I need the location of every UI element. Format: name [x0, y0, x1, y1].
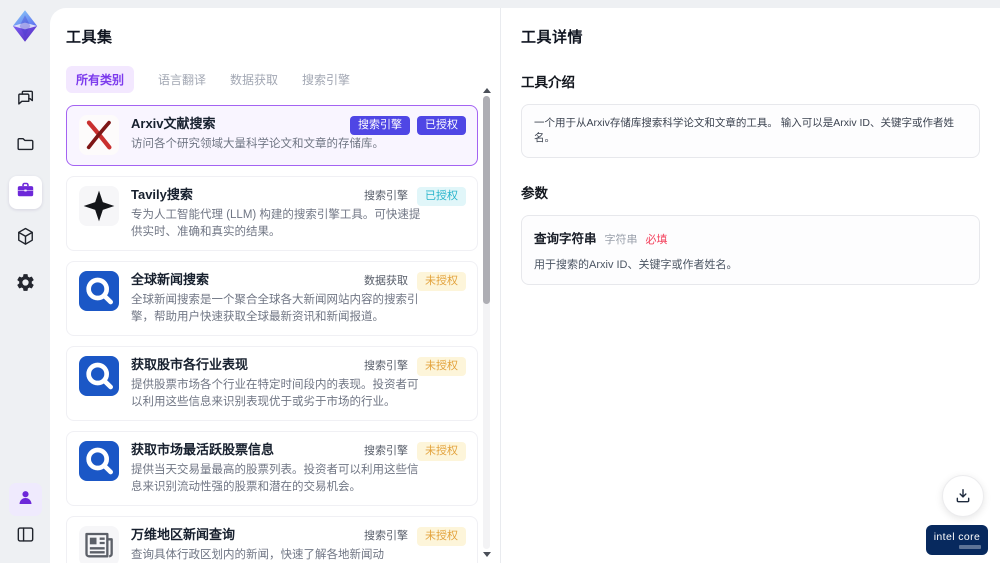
tab-搜索引擎[interactable]: 搜索引擎 — [302, 66, 350, 93]
tool-card[interactable]: Arxiv文献搜索 访问各个研究领域大量科学论文和文章的存储库。 搜索引擎 已授… — [66, 105, 478, 166]
scroll-up-arrow-icon[interactable] — [483, 88, 491, 93]
sidebar-item-tools[interactable] — [8, 176, 42, 209]
tool-badges: 搜索引擎 未授权 — [362, 442, 466, 461]
tool-badges: 搜索引擎 未授权 — [362, 357, 466, 376]
parameter-required-flag: 必填 — [645, 234, 668, 246]
tool-card[interactable]: 全球新闻搜索 全球新闻搜索是一个聚合全球各大新闻网站内容的搜索引擎，帮助用户快速… — [66, 261, 478, 336]
sidebar-item-models[interactable] — [9, 222, 42, 255]
parameters-container: 查询字符串 字符串 必填 用于搜索的Arxiv ID、关键字或作者姓名。 — [521, 215, 980, 285]
tool-description: 全球新闻搜索是一个聚合全球各大新闻网站内容的搜索引擎，帮助用户快速获取全球最新资… — [131, 294, 419, 323]
chat-icon — [15, 88, 36, 114]
parameter-type: 字符串 — [604, 234, 638, 246]
rail-bottom — [8, 483, 42, 553]
scroll-down-arrow-icon[interactable] — [483, 552, 491, 557]
tools-panel: 工具集 所有类别 语言翻译 数据获取 搜索引擎 Arxiv文献搜索 访问各个研究领域大… — [50, 8, 500, 563]
search-blue-icon — [79, 271, 119, 311]
sidebar-item-panels[interactable] — [9, 520, 42, 553]
auth-status-badge: 未授权 — [417, 527, 466, 546]
tool-description: 查询具体行政区划内的新闻，快速了解各地新闻动 — [131, 549, 384, 561]
tool-badges: 搜索引擎 已授权 — [350, 116, 466, 135]
tool-description: 访问各个研究领域大量科学论文和文章的存储库。 — [131, 138, 384, 150]
sidebar-item-account[interactable] — [8, 483, 42, 516]
arxiv-logo-icon — [79, 115, 119, 155]
user-icon — [15, 487, 36, 513]
tool-badges: 搜索引擎 未授权 — [362, 527, 466, 546]
briefcase-icon — [15, 180, 36, 206]
tool-card[interactable]: 获取市场最活跃股票信息 提供当天交易量最高的股票列表。投资者可以利用这些信息来识… — [66, 431, 478, 506]
parameter-description: 用于搜索的Arxiv ID、关键字或作者姓名。 — [534, 259, 738, 271]
star-icon — [79, 186, 119, 226]
search-blue-icon — [79, 441, 119, 481]
page-title: 工具集 — [66, 29, 113, 46]
category-badge: 搜索引擎 — [364, 190, 408, 202]
parameter-header: 查询字符串 字符串 必填 — [534, 228, 967, 247]
category-badge: 搜索引擎 — [350, 116, 410, 135]
tab-语言翻译[interactable]: 语言翻译 — [158, 66, 206, 93]
search-blue-icon — [79, 356, 119, 396]
scrollbar-thumb[interactable] — [483, 96, 490, 305]
intel-core-label: intel core — [933, 531, 981, 543]
sidebar-item-files[interactable] — [9, 130, 42, 163]
tool-card[interactable]: Tavily搜索 专为人工智能代理 (LLM) 构建的搜索引擎工具。可快速提供实… — [66, 176, 478, 251]
details-title: 工具详情 — [521, 29, 584, 46]
tool-description: 提供股票市场各个行业在特定时间段内的表现。投资者可以利用这些信息来识别表现优于或… — [131, 379, 419, 408]
tool-card[interactable]: 万维地区新闻查询 查询具体行政区划内的新闻，快速了解各地新闻动 搜索引擎 未授权 — [66, 516, 478, 563]
layout-icon — [15, 524, 36, 550]
tool-card[interactable]: 获取股市各行业表现 提供股票市场各个行业在特定时间段内的表现。投资者可以利用这些… — [66, 346, 478, 421]
auth-status-badge: 已授权 — [417, 187, 466, 206]
newspaper-icon — [79, 526, 119, 563]
tab-数据获取[interactable]: 数据获取 — [230, 66, 278, 93]
main-panel: 工具集 所有类别 语言翻译 数据获取 搜索引擎 Arxiv文献搜索 访问各个研究领域大… — [50, 8, 1000, 563]
tool-list: Arxiv文献搜索 访问各个研究领域大量科学论文和文章的存储库。 搜索引擎 已授… — [66, 105, 478, 563]
category-badge: 数据获取 — [364, 275, 408, 287]
tab-所有类别[interactable]: 所有类别 — [66, 66, 135, 93]
intro-box: 一个用于从Arxiv存储库搜索科学论文和文章的工具。 输入可以是Arxiv ID… — [521, 104, 980, 158]
tool-badges: 搜索引擎 已授权 — [362, 187, 466, 206]
download-icon — [956, 489, 970, 503]
parameter-item: 查询字符串 字符串 必填 用于搜索的Arxiv ID、关键字或作者姓名。 — [521, 215, 980, 285]
intel-sub-mark — [959, 545, 981, 549]
params-heading: 参数 — [521, 186, 548, 201]
auth-status-badge: 未授权 — [417, 442, 466, 461]
download-button[interactable] — [942, 475, 984, 517]
auth-status-badge: 未授权 — [417, 272, 466, 291]
tool-details-panel: 工具详情 工具介绍 一个用于从Arxiv存储库搜索科学论文和文章的工具。 输入可… — [500, 8, 1000, 563]
tool-badges: 数据获取 未授权 — [362, 272, 466, 291]
category-badge: 搜索引擎 — [364, 530, 408, 542]
intro-heading: 工具介绍 — [521, 75, 575, 90]
app-logo — [7, 8, 43, 44]
parameter-name: 查询字符串 — [534, 232, 597, 246]
category-badge: 搜索引擎 — [364, 445, 408, 457]
tool-description: 提供当天交易量最高的股票列表。投资者可以利用这些信息来识别流动性强的股票和潜在的… — [131, 464, 419, 493]
tool-description: 专为人工智能代理 (LLM) 构建的搜索引擎工具。可快速提供实时、准确和真实的结… — [131, 209, 421, 238]
sidebar-item-settings[interactable] — [9, 268, 42, 301]
tools-scrollbar[interactable] — [482, 88, 491, 557]
folder-icon — [15, 134, 36, 160]
sidebar-item-chat[interactable] — [9, 84, 42, 117]
intel-core-badge: intel core — [926, 525, 988, 555]
auth-status-badge: 已授权 — [417, 116, 466, 135]
left-rail — [0, 0, 50, 563]
cube-icon — [15, 226, 36, 252]
auth-status-badge: 未授权 — [417, 357, 466, 376]
category-badge: 搜索引擎 — [364, 360, 408, 372]
scrollbar-track[interactable] — [483, 96, 490, 549]
rail-nav — [8, 84, 42, 301]
category-tabs: 所有类别 语言翻译 数据获取 搜索引擎 — [66, 66, 500, 93]
gear-icon — [15, 272, 36, 298]
